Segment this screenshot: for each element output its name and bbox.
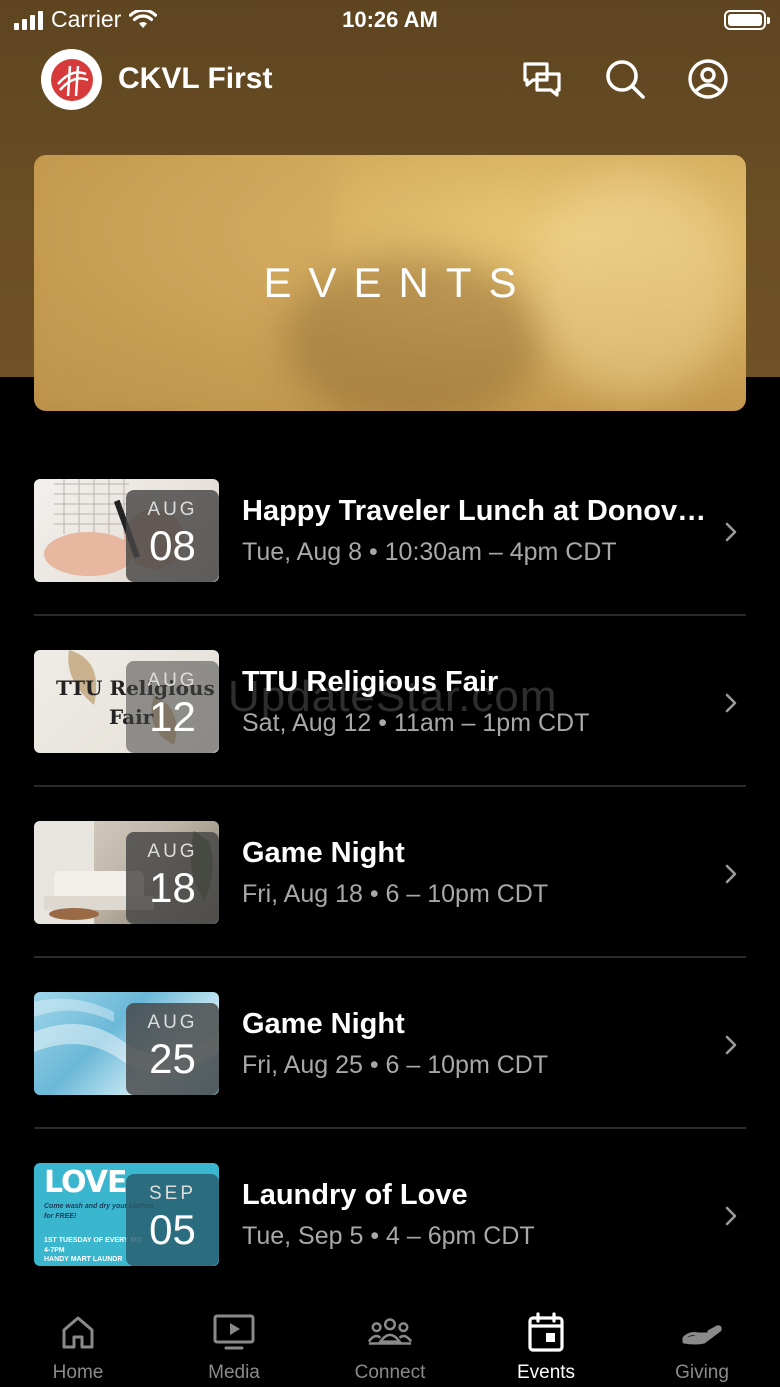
- date-month: AUG: [147, 670, 198, 691]
- status-time: 10:26 AM: [342, 7, 438, 32]
- profile-icon: [688, 59, 728, 99]
- tab-label: Connect: [354, 1362, 426, 1383]
- connect-icon: [367, 1318, 413, 1345]
- tab-label: Home: [52, 1362, 104, 1383]
- event-thumbnail: AUG 25: [34, 992, 219, 1095]
- events-hero-banner: EVENTS: [34, 155, 746, 411]
- event-thumbnail: TTU Religious Fair AUG 12: [34, 650, 219, 753]
- tab-events[interactable]: Events: [468, 1292, 624, 1387]
- date-badge: AUG 18: [126, 832, 219, 924]
- thumb-caption: 4-7PM: [44, 1247, 65, 1254]
- chevron-right-icon: [725, 1206, 737, 1226]
- chevron-right-icon: [725, 522, 737, 542]
- profile-button[interactable]: [685, 56, 731, 102]
- date-day: 05: [149, 1206, 196, 1253]
- date-month: AUG: [147, 499, 198, 520]
- media-icon: [213, 1314, 255, 1350]
- chat-icon: [523, 62, 561, 97]
- home-icon: [62, 1316, 94, 1349]
- calendar-icon: [528, 1312, 564, 1352]
- app-header: CKVL First: [0, 40, 780, 124]
- date-badge: SEP 05: [126, 1174, 219, 1266]
- tab-label: Events: [516, 1362, 576, 1383]
- event-meta: Tue, Sep 5 • 4 – 6pm CDT: [242, 1222, 535, 1250]
- watermark: UpdateStar.com: [228, 672, 558, 721]
- thumb-caption: HANDY MART LAUNDR: [44, 1256, 123, 1263]
- logo-icon: [50, 58, 93, 101]
- date-day: 12: [149, 693, 196, 740]
- hero-title: EVENTS: [263, 259, 534, 306]
- date-month: AUG: [147, 1012, 198, 1033]
- search-button[interactable]: [602, 56, 648, 102]
- date-day: 08: [149, 522, 196, 569]
- tab-giving[interactable]: Giving: [624, 1292, 780, 1387]
- app-title: CKVL First: [118, 62, 273, 95]
- tab-label: Media: [208, 1362, 260, 1383]
- chat-button[interactable]: [519, 56, 565, 102]
- tab-media[interactable]: Media: [156, 1292, 312, 1387]
- date-day: 25: [149, 1035, 196, 1082]
- date-badge: AUG 25: [126, 1003, 219, 1095]
- thumb-caption: for FREE!: [44, 1213, 77, 1220]
- search-icon: [606, 60, 645, 99]
- battery-icon: [724, 10, 770, 30]
- date-month: AUG: [147, 841, 198, 862]
- event-meta: Fri, Aug 18 • 6 – 10pm CDT: [242, 880, 549, 908]
- event-meta: Fri, Aug 25 • 6 – 10pm CDT: [242, 1051, 549, 1079]
- event-title: Laundry of Love: [242, 1179, 468, 1211]
- date-month: SEP: [148, 1183, 197, 1204]
- event-list: AUG 08 Happy Traveler Lunch at Donovan's…: [0, 445, 780, 1300]
- chevron-right-icon: [725, 1035, 737, 1055]
- thumb-caption: LOVE: [44, 1165, 127, 1200]
- event-row[interactable]: AUG 08 Happy Traveler Lunch at Donovan's…: [0, 445, 780, 616]
- chevron-right-icon: [725, 864, 737, 884]
- tab-connect[interactable]: Connect: [312, 1292, 468, 1387]
- date-badge: AUG 12: [126, 661, 219, 753]
- date-badge: AUG 08: [126, 490, 219, 582]
- event-title: Happy Traveler Lunch at Donovan's: [242, 495, 712, 527]
- event-thumbnail: AUG 08: [34, 479, 219, 582]
- tab-home[interactable]: Home: [0, 1292, 156, 1387]
- tab-label: Giving: [675, 1362, 729, 1383]
- status-bar: Carrier 10:26 AM: [0, 0, 780, 40]
- event-row[interactable]: AUG 25 Game Night Fri, Aug 25 • 6 – 10pm…: [0, 958, 780, 1129]
- event-title: Game Night: [242, 837, 405, 869]
- event-row[interactable]: LOVE Come wash and dry your clothes for …: [0, 1129, 780, 1300]
- event-title: Game Night: [242, 1008, 405, 1040]
- event-meta: Tue, Aug 8 • 10:30am – 4pm CDT: [242, 538, 617, 566]
- event-thumbnail: AUG 18: [34, 821, 219, 924]
- chevron-right-icon: [725, 693, 737, 713]
- tab-bar: Home Media Connect Events Giving: [0, 1292, 780, 1387]
- church-logo[interactable]: [41, 49, 102, 110]
- giving-icon: [682, 1325, 722, 1345]
- date-day: 18: [149, 864, 196, 911]
- event-thumbnail: LOVE Come wash and dry your clothes for …: [34, 1163, 219, 1266]
- event-row[interactable]: AUG 18 Game Night Fri, Aug 18 • 6 – 10pm…: [0, 787, 780, 958]
